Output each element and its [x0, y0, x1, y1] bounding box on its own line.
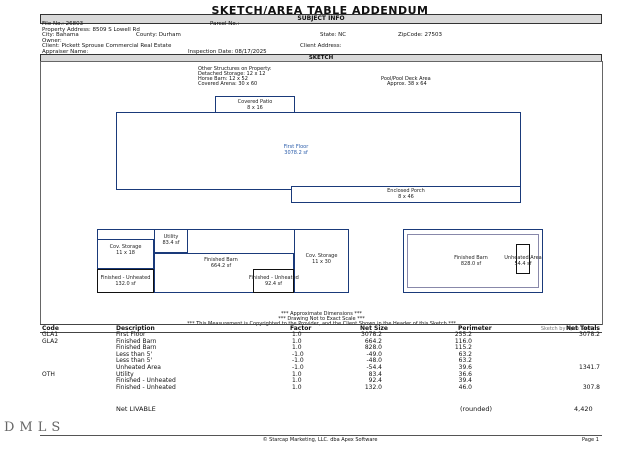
rounded-label: (rounded) [460, 405, 493, 413]
cell-total: 3078.2 [579, 331, 600, 338]
pool-note-2: Approx. 38 x 64 [387, 81, 427, 87]
subject-info-header: SUBJECT INFO [40, 14, 602, 24]
fin-unheated-left-label: Finished - Unheated 132.0 sf [100, 275, 151, 287]
client-address: Client Address: [300, 43, 342, 49]
cell-code: GLA2 [42, 337, 59, 345]
net-livable-value: 4,420 [574, 405, 593, 413]
footer-copyright: © Starcap Marketing, LLC. dba Apex Softw… [262, 437, 378, 443]
covered-patio-label: Covered Patio 8 x 16 [237, 99, 273, 111]
cov-storage-right-label: Cov. Storage 11 x 30 [305, 253, 338, 265]
page-number: Page 1 [582, 437, 599, 443]
state: State: NC [320, 32, 347, 38]
cov-storage-left-label: Cov. Storage 11 x 18 [109, 244, 142, 256]
finished-barn-2-label: Finished Barn 828.0 sf [454, 255, 488, 267]
appraiser-name: Appraiser Name: [42, 48, 89, 55]
cell-factor: 1.0 [292, 383, 302, 391]
zipcode: ZipCode: 27503 [398, 32, 442, 38]
cell-code: OTH [42, 370, 55, 378]
county: County: Durham [136, 32, 181, 38]
fin-unheated-mid-label: Finished - Unheated 92.4 sf [249, 275, 299, 287]
inspection-date: Inspection Date: 08/17/2025 [188, 48, 267, 55]
finished-barn-label: Finished Barn 664.2 sf [204, 257, 238, 269]
cell-net: 132.0 [364, 383, 382, 391]
parcel-no: Parcel No.: [210, 21, 240, 27]
first-floor-label: First Floor 3078.2 sf [283, 144, 309, 156]
sketch-area: Other Structures on Property: Detached S… [40, 61, 603, 332]
other-structure-3: Covered Arena: 30 x 60 [198, 81, 258, 87]
cell-total: 307.8 [582, 383, 600, 391]
footer-rule [40, 435, 602, 436]
cell-total: 1341.7 [579, 364, 600, 371]
enclosed-porch-label: Enclosed Porch 8 x 46 [387, 188, 425, 200]
cell-desc: Finished - Unheated [116, 383, 176, 391]
table-row: Finished - Unheated 1.0 132.0 46.0 307.8 [40, 383, 602, 392]
cell-perim: 46.0 [458, 383, 472, 391]
utility-label: Utility 83.4 sf [162, 234, 180, 246]
net-livable-label: Net LIVABLE [116, 405, 156, 413]
mls-logo: DMLS [4, 420, 66, 435]
unheated-area-label: Unheated Area 54.4 sf [504, 255, 542, 267]
